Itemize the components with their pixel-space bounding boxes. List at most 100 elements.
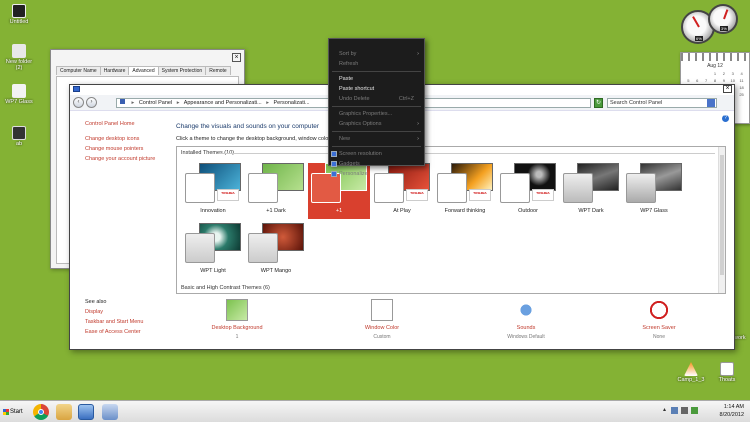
theme-settings-bar: Desktop Background 1 Window Color Custom… (176, 297, 726, 347)
change-desktop-icons-link[interactable]: Change desktop icons (85, 136, 175, 142)
change-account-picture-link[interactable]: Change your account picture (85, 156, 175, 162)
meter-label: 6% (695, 36, 703, 41)
system-tabs: Computer Name Hardware Advanced System P… (56, 66, 231, 75)
clock-date: 8/20/2012 (719, 412, 744, 418)
network-icon[interactable] (671, 407, 678, 414)
display-link[interactable]: Display (85, 309, 175, 315)
desktop-icon-label: ab (15, 141, 23, 147)
theme-preview: TOSHIBA (437, 163, 493, 203)
tab-remote[interactable]: Remote (205, 66, 231, 75)
menu-item-screen-resolution[interactable]: Screen resolution (329, 149, 424, 159)
chevron-right-icon: › (417, 51, 419, 57)
menu-item-personalize[interactable]: Personalize (329, 169, 424, 179)
forward-button[interactable]: › (86, 97, 97, 108)
taskbar-start-menu-link[interactable]: Taskbar and Start Menu (85, 319, 175, 325)
explorer-icon[interactable] (56, 404, 72, 420)
theme-color-swatch (563, 173, 593, 203)
system-tray: ▴ (661, 407, 698, 414)
back-button[interactable]: ‹ (73, 97, 84, 108)
theme-innovation[interactable]: TOSHIBA Innovation (182, 163, 244, 219)
menu-item-undo-delete[interactable]: Undo Delete Ctrl+Z (329, 94, 424, 104)
chevron-right-icon: › (417, 121, 419, 127)
desktop-icon-wp7-glass[interactable]: WP7 Glass (4, 84, 34, 106)
breadcrumb-control-panel[interactable]: Control Panel (139, 100, 172, 106)
tab-system-protection[interactable]: System Protection (157, 66, 207, 75)
theme-wp7-glass[interactable]: WP7 Glass (623, 163, 685, 219)
breadcrumb-appearance[interactable]: Appearance and Personalizati... (184, 100, 262, 106)
meter-needle (692, 16, 700, 28)
breadcrumb-icon (120, 99, 125, 104)
desktop-icon-ab[interactable]: ab (4, 126, 34, 148)
scrollbar-thumb[interactable] (720, 155, 724, 275)
folder-icon (12, 44, 26, 58)
close-button[interactable]: × (723, 85, 732, 93)
control-panel-home-link[interactable]: Control Panel Home (85, 121, 175, 127)
tab-computer-name[interactable]: Computer Name (56, 66, 101, 75)
personalization-taskbar-icon[interactable] (102, 404, 118, 420)
desktop-icon-new-folder[interactable]: New folder (2) (4, 44, 34, 72)
menu-item-label: Paste shortcut (339, 86, 375, 92)
toshiba-logo: TOSHIBA (406, 189, 428, 201)
personalize-icon (331, 171, 337, 177)
clock-time: 1:14 AM (723, 404, 744, 410)
menu-item-gadgets[interactable]: Gadgets (329, 159, 424, 169)
window-color-item[interactable]: Window Color Custom (342, 299, 422, 340)
control-panel-taskbar-icon[interactable] (78, 404, 94, 420)
chrome-icon[interactable] (33, 404, 49, 420)
theme-preview (626, 163, 682, 203)
theme-forward-thinking[interactable]: TOSHIBA Forward thinking (434, 163, 496, 219)
theme-list-scrollbar[interactable] (718, 147, 725, 293)
desktop-background-item[interactable]: Desktop Background 1 (197, 299, 277, 340)
theme-plus1-dark[interactable]: +1 Dark (245, 163, 307, 219)
help-icon[interactable]: ? (722, 115, 729, 122)
screen-saver-item[interactable]: Screen Saver None (619, 299, 699, 340)
volume-icon[interactable] (681, 407, 688, 414)
menu-item-new[interactable]: New › (329, 134, 424, 144)
menu-separator (332, 131, 421, 132)
menu-item-graphics-properties[interactable]: Graphics Properties... (329, 109, 424, 119)
theme-outdoor[interactable]: TOSHIBA Outdoor (497, 163, 559, 219)
menu-item-sort-by[interactable]: Sort by › (329, 49, 424, 59)
toshiba-logo: TOSHIBA (217, 189, 239, 201)
battery-icon[interactable] (691, 407, 698, 414)
item-value: 1 (235, 334, 239, 340)
desktop-icon-label: Camp_1_3 (677, 377, 705, 383)
calendar-rings (681, 53, 749, 61)
menu-separator (332, 106, 421, 107)
search-icon[interactable] (707, 99, 715, 107)
refresh-button[interactable]: ↻ (594, 98, 603, 108)
sounds-item[interactable]: Sounds Windows Default (486, 299, 566, 340)
desktop-icon-label: WP7 Glass (5, 99, 33, 105)
change-mouse-pointers-link[interactable]: Change mouse pointers (85, 146, 175, 152)
menu-item-refresh[interactable]: Refresh (329, 59, 424, 69)
menu-item-label: Sort by (339, 51, 357, 57)
start-button[interactable]: Start (2, 405, 28, 419)
tab-hardware[interactable]: Hardware (99, 66, 130, 75)
menu-item-graphics-options[interactable]: Graphics Options › (329, 119, 424, 129)
chevron-right-icon: › (417, 136, 419, 142)
item-value: Custom (373, 334, 391, 340)
theme-wpt-dark[interactable]: WPT Dark (560, 163, 622, 219)
document-icon (720, 362, 734, 376)
theme-wpt-mango[interactable]: WPT Mango (245, 223, 307, 279)
memory-meter-gadget[interactable]: 3% (708, 4, 738, 34)
close-button[interactable]: × (232, 53, 241, 62)
menu-separator (332, 146, 421, 147)
menu-item-paste-shortcut[interactable]: Paste shortcut (329, 84, 424, 94)
menu-item-paste[interactable]: Paste (329, 74, 424, 84)
clock[interactable]: 1:14 AM 8/20/2012 (720, 403, 744, 419)
theme-label: Innovation (200, 208, 226, 214)
menu-item-label: Personalize (339, 171, 368, 177)
tab-advanced[interactable]: Advanced (128, 66, 159, 75)
show-hidden-icons-icon[interactable]: ▴ (661, 407, 668, 414)
ease-of-access-link[interactable]: Ease of Access Center (85, 329, 175, 335)
search-input[interactable]: Search Control Panel (607, 98, 717, 108)
desktop-icon-untitled[interactable]: Untitled (4, 4, 34, 26)
desktop-background-icon (226, 299, 248, 321)
theme-wpt-light[interactable]: WPT Light (182, 223, 244, 279)
breadcrumb-personalization[interactable]: Personalizati... (273, 100, 309, 106)
chevron-icon: ▸ (176, 100, 180, 106)
desktop-icon-thoats[interactable]: Thoats (712, 362, 742, 384)
desktop-icon-camp[interactable]: Camp_1_3 (676, 362, 706, 384)
theme-label: Outdoor (518, 208, 538, 214)
